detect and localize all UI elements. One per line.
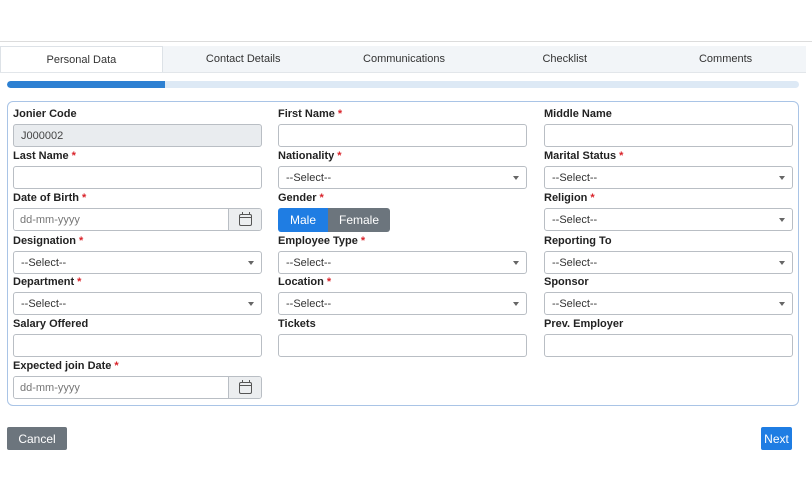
prev-employer-label: Prev. Employer (544, 318, 624, 330)
jonier-code-input: J000002 (13, 124, 262, 147)
department-selected: --Select-- (21, 297, 67, 310)
calendar-icon (238, 379, 252, 394)
reporting-to-select[interactable]: --Select-- (544, 251, 793, 274)
required-mark: * (71, 150, 76, 162)
last-name-label: Last Name * (13, 150, 76, 162)
calendar-icon (238, 211, 252, 226)
date-of-birth-picker: dd-mm-yyyy (13, 208, 262, 231)
caret-down-icon (779, 260, 785, 265)
middle-name-input[interactable] (544, 124, 793, 147)
sponsor-select[interactable]: --Select-- (544, 292, 793, 315)
first-name-label: First Name * (278, 108, 343, 120)
middle-name-label: Middle Name (544, 108, 612, 120)
progress-fill (7, 81, 166, 88)
expected-join-date-label: Expected join Date * (13, 360, 119, 372)
top-divider (0, 41, 812, 42)
salary-offered-label: Salary Offered (13, 318, 89, 330)
required-mark: * (337, 150, 342, 162)
caret-down-icon (513, 301, 519, 306)
required-mark: * (78, 235, 84, 247)
date-of-birth-calendar-button[interactable] (228, 209, 261, 230)
next-button[interactable]: Next (761, 427, 792, 450)
personal-data-form: Jonier Code J000002 First Name * Middle N… (7, 101, 799, 406)
tickets-input[interactable] (278, 334, 527, 357)
tab-bar: Personal Data Contact Details Communicat… (0, 46, 806, 73)
marital-status-label: Marital Status * (544, 150, 624, 162)
designation-selected: --Select-- (21, 256, 67, 269)
tickets-label: Tickets (278, 318, 316, 330)
salary-offered-input[interactable] (13, 334, 262, 357)
first-name-input[interactable] (278, 124, 527, 147)
date-of-birth-label: Date of Birth * (13, 192, 87, 204)
caret-down-icon (513, 175, 519, 180)
required-mark: * (326, 276, 332, 288)
prev-employer-input[interactable] (544, 334, 793, 357)
employee-type-label: Employee Type * (278, 235, 366, 247)
religion-label: Religion * (544, 192, 595, 204)
employee-type-selected: --Select-- (286, 256, 332, 269)
gender-female-button[interactable]: Female (328, 208, 390, 232)
expected-join-date-input[interactable]: dd-mm-yyyy (14, 377, 228, 398)
marital-status-select[interactable]: --Select-- (544, 166, 793, 189)
required-mark: * (82, 192, 87, 204)
caret-down-icon (779, 217, 785, 222)
date-of-birth-input[interactable]: dd-mm-yyyy (14, 209, 228, 230)
location-label: Location * (278, 276, 332, 288)
required-mark: * (360, 235, 366, 247)
location-select[interactable]: --Select-- (278, 292, 527, 315)
required-mark: * (114, 360, 119, 372)
expected-join-date-calendar-button[interactable] (228, 377, 261, 398)
tab-checklist[interactable]: Checklist (484, 46, 645, 72)
marital-status-selected: --Select-- (552, 171, 598, 184)
department-select[interactable]: --Select-- (13, 292, 262, 315)
required-mark: * (77, 276, 82, 288)
designation-select[interactable]: --Select-- (13, 251, 262, 274)
sponsor-selected: --Select-- (552, 297, 598, 310)
cancel-button[interactable]: Cancel (7, 427, 67, 450)
tab-comments[interactable]: Comments (645, 46, 806, 72)
designation-label: Designation * (13, 235, 84, 247)
employee-type-select[interactable]: --Select-- (278, 251, 527, 274)
caret-down-icon (248, 301, 254, 306)
department-label: Department * (13, 276, 82, 288)
religion-select[interactable]: --Select-- (544, 208, 793, 231)
sponsor-label: Sponsor (544, 276, 589, 288)
nationality-selected: --Select-- (286, 171, 332, 184)
gender-label: Gender * (278, 192, 324, 204)
reporting-to-selected: --Select-- (552, 256, 598, 269)
tab-personal-data[interactable]: Personal Data (0, 46, 163, 72)
tab-communications[interactable]: Communications (324, 46, 485, 72)
reporting-to-label: Reporting To (544, 235, 612, 247)
location-selected: --Select-- (286, 297, 332, 310)
nationality-label: Nationality * (278, 150, 342, 162)
last-name-input[interactable] (13, 166, 262, 189)
required-mark: * (319, 192, 324, 204)
expected-join-date-picker: dd-mm-yyyy (13, 376, 262, 399)
caret-down-icon (779, 301, 785, 306)
progress-bar (7, 81, 799, 88)
religion-selected: --Select-- (552, 213, 598, 226)
gender-male-button[interactable]: Male (278, 208, 328, 232)
required-mark: * (590, 192, 595, 204)
required-mark: * (619, 150, 624, 162)
tab-contact-details[interactable]: Contact Details (163, 46, 324, 72)
caret-down-icon (513, 260, 519, 265)
nationality-select[interactable]: --Select-- (278, 166, 527, 189)
jonier-code-label: Jonier Code (13, 108, 77, 120)
gender-toggle: Male Female (278, 208, 390, 232)
caret-down-icon (779, 175, 785, 180)
caret-down-icon (248, 260, 254, 265)
required-mark: * (337, 108, 343, 120)
